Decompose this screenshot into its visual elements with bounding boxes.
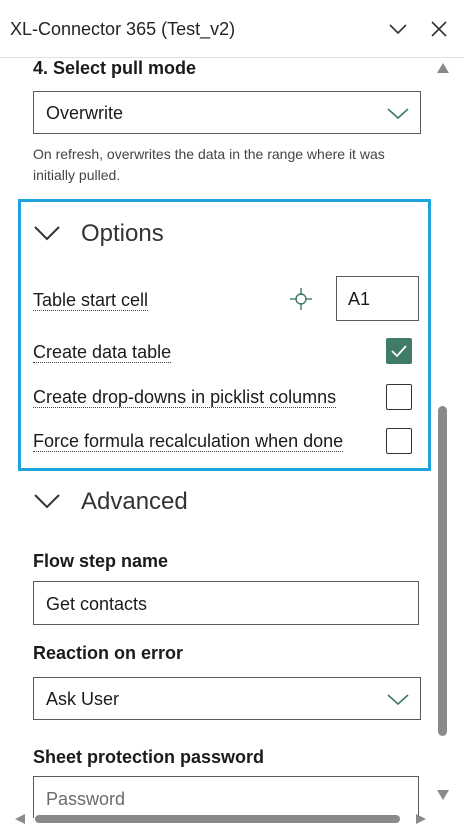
- chevron-down-icon: [34, 226, 60, 241]
- table-start-cell-input[interactable]: A1: [336, 276, 419, 321]
- pull-mode-selected: Overwrite: [46, 103, 124, 123]
- collapse-pane-button[interactable]: [386, 17, 410, 41]
- vertical-scroll-thumb[interactable]: [438, 406, 447, 736]
- table-start-cell-label: Table start cell: [33, 290, 149, 311]
- window-title: XL-Connector 365 (Test_v2): [10, 19, 236, 39]
- advanced-heading: Advanced: [81, 488, 188, 515]
- create-data-table-label: Create data table: [33, 342, 172, 363]
- close-pane-button[interactable]: [427, 17, 451, 41]
- pane-content: 4. Select pull mode Overwrite On refresh…: [0, 58, 432, 818]
- pull-mode-select[interactable]: Overwrite: [33, 91, 421, 134]
- pull-mode-heading: 4. Select pull mode: [33, 58, 197, 78]
- scroll-down-icon[interactable]: [436, 789, 450, 801]
- horizontal-scrollbar[interactable]: [0, 812, 432, 826]
- reaction-on-error-label: Reaction on error: [33, 643, 184, 663]
- sheet-protection-label: Sheet protection password: [33, 747, 265, 767]
- force-recalc-checkbox[interactable]: [386, 428, 412, 454]
- reaction-on-error-select[interactable]: Ask User: [33, 677, 421, 720]
- options-heading: Options: [81, 220, 164, 247]
- checkmark-icon: [391, 345, 407, 358]
- sheet-protection-placeholder: Password: [46, 789, 126, 809]
- scroll-up-icon[interactable]: [436, 62, 450, 74]
- chevron-down-icon: [387, 108, 409, 120]
- flow-step-name-input[interactable]: Get contacts: [33, 581, 419, 625]
- create-dropdowns-checkbox[interactable]: [386, 384, 412, 410]
- chevron-down-icon: [387, 694, 409, 706]
- pull-mode-hint: On refresh, overwrites the data in the r…: [33, 146, 385, 183]
- force-recalc-label: Force formula recalculation when done: [33, 431, 344, 452]
- vertical-scrollbar[interactable]: [433, 58, 453, 818]
- table-start-cell-value: A1: [348, 289, 371, 309]
- flow-step-name-value: Get contacts: [46, 594, 148, 614]
- create-data-table-checkbox[interactable]: [386, 338, 412, 364]
- horizontal-scroll-thumb[interactable]: [35, 815, 400, 823]
- flow-step-name-label: Flow step name: [33, 551, 169, 571]
- reaction-on-error-selected: Ask User: [46, 689, 120, 709]
- title-bar: XL-Connector 365 (Test_v2): [0, 0, 464, 58]
- create-dropdowns-label: Create drop-downs in picklist columns: [33, 387, 337, 408]
- crosshair-icon[interactable]: [289, 287, 313, 311]
- chevron-down-icon: [34, 494, 60, 509]
- scroll-left-icon[interactable]: [14, 813, 26, 825]
- scroll-right-icon[interactable]: [415, 813, 427, 825]
- close-icon: [431, 21, 447, 37]
- chevron-down-icon: [389, 24, 407, 35]
